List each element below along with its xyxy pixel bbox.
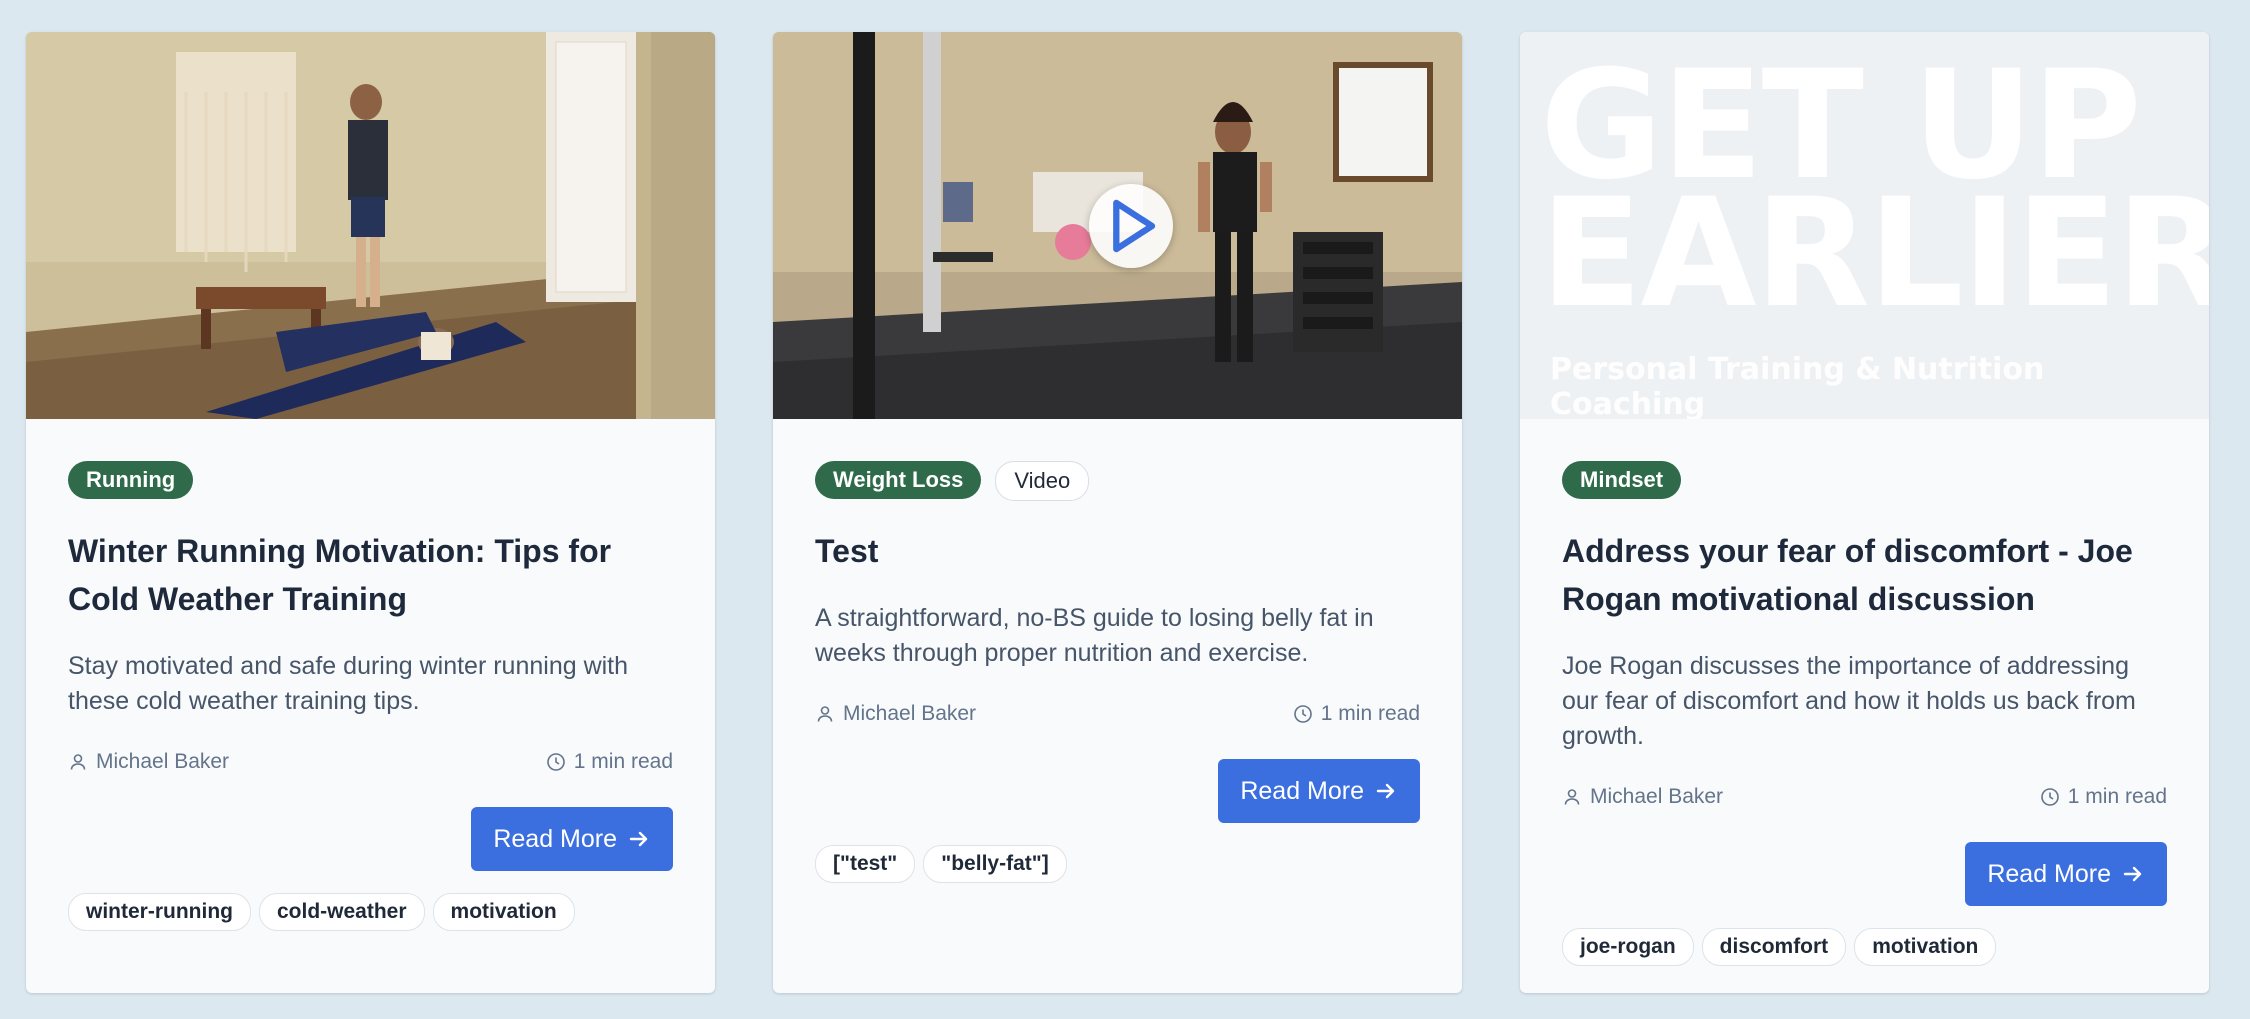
post-title[interactable]: Address your fear of discomfort - Joe Ro… [1562,527,2167,623]
banner-line: EARLIER [1540,167,2209,341]
video-badge: Video [995,461,1090,501]
read-more-label: Read More [1240,776,1364,805]
user-icon [1564,789,1580,805]
post-excerpt: Joe Rogan discusses the importance of ad… [1562,652,2136,750]
blog-card: GET UP EARLIER Personal Training & Nutri… [1520,32,2209,993]
tag-chip[interactable]: "belly-fat"] [923,845,1067,883]
arrow-right-icon [2123,866,2142,882]
author-name: Michael Baker [96,750,230,773]
tag-list: ["test" "belly-fat"] [815,845,1420,883]
read-more-label: Read More [493,824,617,853]
tag-chip[interactable]: ["test" [815,845,916,883]
author: Michael Baker [1562,785,1723,809]
card-body: Weight Loss Video Test A straightforward… [773,461,1462,883]
play-icon [1113,199,1156,253]
blog-card-grid: Running Winter Running Motivation: Tips … [26,32,2209,993]
user-icon [817,706,833,722]
tag-list: joe-rogan discomfort motivation [1562,928,2167,966]
read-more-button[interactable]: Read More [1965,842,2167,906]
tag-chip[interactable]: joe-rogan [1562,928,1694,966]
blog-card: Running Winter Running Motivation: Tips … [26,32,715,993]
read-time-label: 1 min read [2067,785,2167,808]
tag-list: winter-running cold-weather motivation [68,893,673,931]
tag-chip[interactable]: motivation [432,893,575,931]
arrow-right-icon [1376,783,1395,799]
banner-subtitle: Personal Training & Nutrition Coaching [1550,352,2045,419]
read-time: 1 min read [546,750,673,774]
author-name: Michael Baker [843,702,977,725]
post-excerpt: Stay motivated and safe during winter ru… [68,652,629,715]
user-icon [70,754,86,770]
read-time-label: 1 min read [1320,702,1420,725]
post-meta: Michael Baker 1 min read [1562,782,2167,812]
banner-headline: GET UP EARLIER [1540,51,2209,341]
post-excerpt: A straightforward, no-BS guide to losing… [815,604,1374,667]
post-meta: Michael Baker 1 min read [68,747,673,777]
tag-chip[interactable]: motivation [1854,928,1997,966]
card-body: Running Winter Running Motivation: Tips … [26,461,715,931]
tag-chip[interactable]: winter-running [68,893,251,931]
post-title[interactable]: Test [815,527,1420,575]
category-badge[interactable]: Mindset [1562,461,1682,499]
post-thumbnail[interactable] [773,32,1462,419]
read-time: 1 min read [1293,702,1420,726]
post-thumbnail[interactable]: GET UP EARLIER Personal Training & Nutri… [1520,32,2209,419]
play-button[interactable] [1089,184,1173,268]
post-meta: Michael Baker 1 min read [815,699,1420,729]
blog-card: Weight Loss Video Test A straightforward… [773,32,1462,993]
tag-chip[interactable]: discomfort [1701,928,1847,966]
arrow-right-icon [629,831,648,847]
card-body: Mindset Address your fear of discomfort … [1520,461,2209,966]
thumbnail-image [26,32,715,419]
category-badge[interactable]: Running [68,461,194,499]
read-more-button[interactable]: Read More [1218,759,1420,823]
tag-chip[interactable]: cold-weather [258,893,425,931]
post-title[interactable]: Winter Running Motivation: Tips for Cold… [68,527,673,623]
author: Michael Baker [815,702,976,726]
clock-icon [546,753,565,771]
author: Michael Baker [68,750,229,774]
clock-icon [2040,788,2059,806]
category-badge[interactable]: Weight Loss [815,461,982,499]
read-time-label: 1 min read [573,750,673,773]
clock-icon [1293,705,1312,723]
post-thumbnail[interactable] [26,32,715,419]
author-name: Michael Baker [1590,785,1724,808]
read-time: 1 min read [2040,785,2167,809]
read-more-button[interactable]: Read More [471,807,673,871]
read-more-label: Read More [1987,859,2111,888]
